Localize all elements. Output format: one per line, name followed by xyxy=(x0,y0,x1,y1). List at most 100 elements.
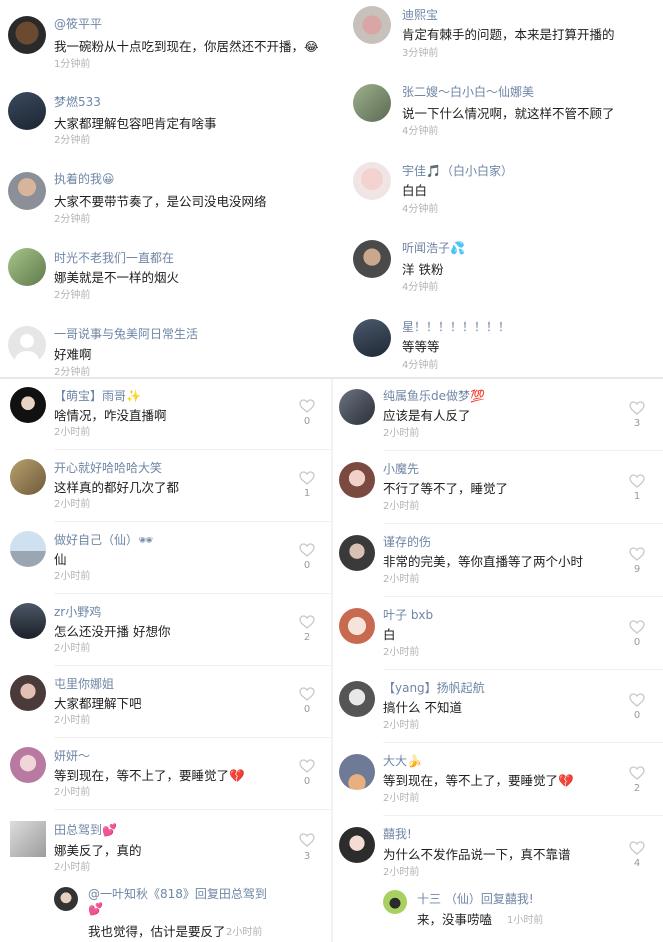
user-avatar[interactable] xyxy=(10,531,46,567)
reply-avatar[interactable] xyxy=(54,887,78,911)
comment-time: 2小时前 xyxy=(383,867,420,878)
username[interactable]: 做好自己（仙）🕶 xyxy=(54,531,153,548)
comment-time: 2小时前 xyxy=(383,793,420,804)
username[interactable]: 囍我! xyxy=(383,825,412,842)
user-avatar[interactable] xyxy=(10,821,46,857)
user-avatar[interactable] xyxy=(8,248,46,286)
comment-time: 4分钟前 xyxy=(402,282,439,293)
user-avatar[interactable] xyxy=(353,240,391,278)
username[interactable]: 田总驾到💕 xyxy=(54,821,117,838)
comment-item: zr小野鸡 怎么还没开播 好想你 2小时前 2 xyxy=(0,595,331,667)
user-avatar[interactable] xyxy=(10,603,46,639)
username[interactable]: 大大🍌 xyxy=(383,752,422,769)
username[interactable]: 梦燃533 xyxy=(54,93,101,110)
username[interactable]: 【萌宝】雨哥✨ xyxy=(54,387,141,404)
comment-time: 2小时前 xyxy=(54,643,91,654)
comment-item: 屯里你娜姐 大家都理解下吧 2小时前 0 xyxy=(0,667,331,739)
comment-text: 说一下什么情况啊，就这样不管不顾了 xyxy=(402,106,615,121)
username[interactable]: 小魔先 xyxy=(383,460,419,477)
comment-text: 仙 xyxy=(54,552,67,567)
user-avatar[interactable] xyxy=(339,389,375,425)
comment-item: 开心就好哈哈哈大笑 这样真的都好几次了都 2小时前 1 xyxy=(0,451,331,523)
username[interactable]: 开心就好哈哈哈大笑 xyxy=(54,459,162,476)
user-avatar[interactable] xyxy=(353,319,391,357)
like-icon[interactable] xyxy=(629,620,645,634)
comment-time: 2分钟前 xyxy=(54,214,91,225)
username[interactable]: 纯属鱼乐de做梦💯 xyxy=(383,387,485,404)
user-avatar[interactable] xyxy=(353,162,391,200)
user-avatar[interactable] xyxy=(353,6,391,44)
comment-time: 4分钟前 xyxy=(402,126,439,137)
comment-item: 时光不老我们一直都在 娜美就是不一样的烟火 2分钟前 xyxy=(0,234,331,309)
comment-text: 等到现在，等不上了，要睡觉了💔 xyxy=(54,768,245,783)
top-right-comment-panel: 迪熙宝 肯定有棘手的问题，本来是打算开播的 3分钟前 张二嫂～白小白～仙娜美 说… xyxy=(331,0,663,377)
comment-text: 白 xyxy=(383,627,396,642)
like-count: 0 xyxy=(303,776,311,787)
user-avatar[interactable] xyxy=(8,326,46,364)
username[interactable]: 张二嫂～白小白～仙娜美 xyxy=(402,83,534,100)
comment-item: 【萌宝】雨哥✨ 啥情况，咋没直播啊 2小时前 0 xyxy=(0,379,331,451)
username[interactable]: 宇佳🎵（白小白家） xyxy=(402,162,513,179)
comment-text: 等等等 xyxy=(402,339,440,354)
username[interactable]: 一哥说事与兔美阿日常生活 xyxy=(54,325,198,342)
comment-time: 2分钟前 xyxy=(54,135,91,146)
like-icon[interactable] xyxy=(629,474,645,488)
like-icon[interactable] xyxy=(299,399,315,413)
comment-time: 2小时前 xyxy=(54,427,91,438)
like-count: 0 xyxy=(303,560,311,571)
username[interactable]: 时光不老我们一直都在 xyxy=(54,249,174,266)
comment-time: 2小时前 xyxy=(383,647,420,658)
user-avatar[interactable] xyxy=(8,16,46,54)
divider xyxy=(54,521,331,522)
user-avatar[interactable] xyxy=(339,754,375,790)
username[interactable]: @筱平平 xyxy=(54,15,102,32)
like-icon[interactable] xyxy=(629,766,645,780)
comment-time: 2分钟前 xyxy=(54,367,91,377)
user-avatar[interactable] xyxy=(353,84,391,122)
username[interactable]: zr小野鸡 xyxy=(54,603,101,620)
user-avatar[interactable] xyxy=(339,608,375,644)
username[interactable]: 【yang】扬帆起航 xyxy=(383,679,485,696)
comment-text: 洋 铁粉 xyxy=(402,262,444,277)
like-icon[interactable] xyxy=(629,841,645,855)
like-icon[interactable] xyxy=(299,471,315,485)
user-avatar[interactable] xyxy=(10,387,46,423)
like-icon[interactable] xyxy=(299,687,315,701)
like-icon[interactable] xyxy=(299,833,315,847)
like-icon[interactable] xyxy=(299,543,315,557)
reply-avatar[interactable] xyxy=(383,890,407,914)
user-avatar[interactable] xyxy=(10,675,46,711)
like-icon[interactable] xyxy=(629,547,645,561)
comment-text: 不行了等不了，睡觉了 xyxy=(383,481,509,496)
reply-username[interactable]: @一叶知秋《818》回复田总驾到 xyxy=(88,885,267,902)
username[interactable]: 叶子 bxb xyxy=(383,606,433,623)
like-count: 2 xyxy=(303,632,311,643)
reply-username[interactable]: 十三 （仙）回复囍我! xyxy=(417,890,534,907)
user-avatar[interactable] xyxy=(10,459,46,495)
comment-time: 2小时前 xyxy=(54,571,91,582)
username[interactable]: 星！！！！！！！！ xyxy=(402,318,510,335)
divider xyxy=(54,737,331,738)
username[interactable]: 执着的我😀 xyxy=(54,170,115,187)
user-avatar[interactable] xyxy=(339,535,375,571)
username[interactable]: 听闻浩子💦 xyxy=(402,239,465,256)
like-icon[interactable] xyxy=(629,401,645,415)
like-count: 1 xyxy=(633,491,641,502)
username[interactable]: 谨存的伤 xyxy=(383,533,431,550)
like-icon[interactable] xyxy=(629,693,645,707)
user-avatar[interactable] xyxy=(339,681,375,717)
like-icon[interactable] xyxy=(299,615,315,629)
user-avatar[interactable] xyxy=(8,172,46,210)
like-count: 2 xyxy=(633,783,641,794)
divider xyxy=(383,596,663,597)
user-avatar[interactable] xyxy=(8,92,46,130)
username[interactable]: 屯里你娜姐 xyxy=(54,675,114,692)
username[interactable]: 迪熙宝 xyxy=(402,6,438,23)
user-avatar[interactable] xyxy=(339,827,375,863)
username[interactable]: 妍妍～ xyxy=(54,747,90,764)
comment-text: 大家都理解下吧 xyxy=(54,696,142,711)
like-icon[interactable] xyxy=(299,759,315,773)
user-avatar[interactable] xyxy=(339,462,375,498)
comment-time: 4分钟前 xyxy=(402,360,439,371)
user-avatar[interactable] xyxy=(10,747,46,783)
